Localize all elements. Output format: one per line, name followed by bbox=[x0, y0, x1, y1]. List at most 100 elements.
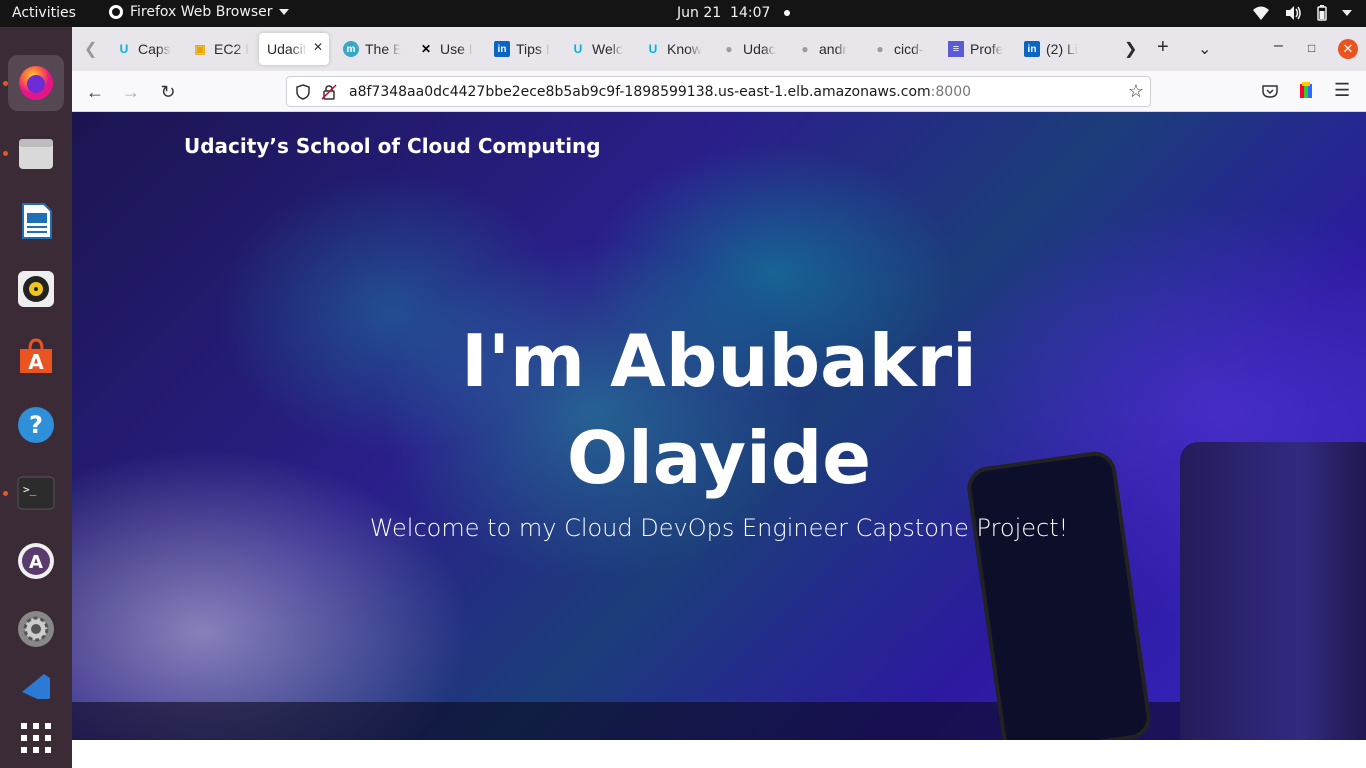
firefox-icon bbox=[19, 66, 53, 100]
tracking-protection-shield-icon[interactable] bbox=[295, 84, 311, 100]
dock-app-center[interactable]: A bbox=[8, 533, 64, 589]
tab-title: Udac bbox=[743, 41, 776, 57]
app-center-icon: A bbox=[18, 543, 54, 579]
chevron-down-icon bbox=[278, 9, 289, 15]
linkedin-icon: in bbox=[1024, 41, 1040, 57]
browser-tab[interactable]: m The E bbox=[335, 33, 401, 65]
terminal-icon: >_ bbox=[17, 476, 55, 510]
browser-tab[interactable]: in (2) Li bbox=[1016, 33, 1082, 65]
activities-button[interactable]: Activities bbox=[12, 5, 76, 21]
app-menu[interactable]: Firefox Web Browser bbox=[108, 4, 289, 20]
dock-vscode[interactable] bbox=[8, 669, 64, 699]
svg-text:A: A bbox=[28, 350, 44, 374]
dock-firefox[interactable] bbox=[8, 55, 64, 111]
browser-tab[interactable]: ✕ Use I bbox=[410, 33, 476, 65]
list-all-tabs-icon[interactable]: ⌄ bbox=[1198, 39, 1211, 59]
tab-title: andr bbox=[819, 41, 848, 57]
aws-icon: ▣ bbox=[194, 42, 206, 56]
tab-title: EC2 I bbox=[214, 41, 250, 57]
tab-title: (2) Li bbox=[1046, 41, 1078, 57]
hero-title-line2: Olayide bbox=[566, 416, 872, 500]
pocket-icon[interactable] bbox=[1262, 83, 1278, 99]
tab-title: Know bbox=[667, 41, 703, 57]
browser-tab[interactable]: U Welc bbox=[562, 33, 628, 65]
clock-time: 14:07 bbox=[730, 5, 771, 21]
rhythmbox-icon bbox=[18, 271, 54, 307]
scroll-tabs-right-icon[interactable]: ❯ bbox=[1124, 39, 1137, 59]
insecure-lock-icon[interactable] bbox=[321, 84, 337, 100]
browser-tab[interactable]: Udacit ✕ bbox=[259, 33, 329, 65]
help-icon: ? bbox=[18, 407, 54, 443]
close-window-icon[interactable]: ✕ bbox=[1338, 39, 1358, 59]
extension-icon[interactable] bbox=[1298, 82, 1314, 100]
dock-terminal[interactable]: >_ bbox=[8, 465, 64, 521]
tab-title: Tips I bbox=[516, 41, 550, 57]
browser-tab[interactable]: ● Udac bbox=[713, 33, 779, 65]
page-viewport: Udacity’s School of Cloud Computing I'm … bbox=[72, 112, 1366, 768]
new-tab-button[interactable]: + bbox=[1157, 36, 1169, 59]
docs-icon: ≡ bbox=[948, 41, 964, 57]
udacity-icon: U bbox=[119, 42, 129, 56]
m-icon: m bbox=[343, 41, 359, 57]
forward-button[interactable]: → bbox=[120, 81, 142, 103]
hero-subtitle: Welcome to my Cloud DevOps Engineer Caps… bbox=[369, 514, 1069, 542]
github-icon: ● bbox=[876, 42, 884, 56]
dock-help[interactable]: ? bbox=[8, 397, 64, 453]
dock-writer[interactable] bbox=[8, 193, 64, 249]
volume-icon bbox=[1286, 6, 1301, 20]
show-apps-button[interactable] bbox=[8, 710, 64, 766]
github-icon: ● bbox=[725, 42, 733, 56]
x-icon: ✕ bbox=[420, 42, 432, 56]
firefox-app-icon bbox=[109, 5, 123, 19]
settings-icon bbox=[18, 611, 54, 647]
clock[interactable]: Jun 21 14:07 bbox=[677, 5, 791, 21]
close-tab-icon[interactable]: ✕ bbox=[313, 40, 323, 54]
browser-tab[interactable]: ● cicd- bbox=[864, 33, 930, 65]
github-icon: ● bbox=[801, 42, 809, 56]
udacity-icon: U bbox=[648, 42, 658, 56]
dock-settings[interactable] bbox=[8, 601, 64, 657]
tab-title: Udacit bbox=[267, 41, 307, 57]
navigation-toolbar: ← → ↻ a8f7348aa0dc4427bbe2ece8b5ab9c9f-1… bbox=[72, 71, 1366, 112]
url-bar[interactable]: a8f7348aa0dc4427bbe2ece8b5ab9c9f-1898599… bbox=[286, 76, 1151, 107]
dock: A ? >_ A bbox=[0, 27, 72, 768]
clock-date: Jun 21 bbox=[677, 5, 722, 21]
browser-tab[interactable]: U Caps bbox=[108, 33, 174, 65]
system-tray[interactable] bbox=[1252, 5, 1352, 21]
hero-section: Udacity’s School of Cloud Computing I'm … bbox=[72, 112, 1366, 740]
bookmark-star-icon[interactable]: ☆ bbox=[1128, 81, 1144, 102]
app-menu-icon[interactable]: ☰ bbox=[1334, 80, 1350, 101]
reload-button[interactable]: ↻ bbox=[157, 81, 179, 103]
tab-title: Caps bbox=[138, 41, 171, 57]
scroll-tabs-left-icon[interactable]: ❮ bbox=[84, 39, 97, 59]
vscode-icon bbox=[22, 674, 50, 699]
browser-tab[interactable]: in Tips I bbox=[486, 33, 552, 65]
tab-title: cicd- bbox=[894, 41, 924, 57]
system-top-bar: Activities Firefox Web Browser Jun 21 14… bbox=[0, 0, 1366, 27]
dock-software[interactable]: A bbox=[8, 329, 64, 385]
dock-files[interactable] bbox=[8, 125, 64, 181]
app-menu-label: Firefox Web Browser bbox=[130, 4, 273, 20]
maximize-window-icon[interactable]: □ bbox=[1308, 41, 1315, 55]
files-icon bbox=[19, 139, 53, 169]
svg-text:?: ? bbox=[29, 411, 43, 439]
tab-title: The E bbox=[365, 41, 401, 57]
browser-tab[interactable]: ● andr bbox=[789, 33, 855, 65]
back-button[interactable]: ← bbox=[84, 81, 106, 103]
url-text: a8f7348aa0dc4427bbe2ece8b5ab9c9f-1898599… bbox=[349, 84, 971, 100]
browser-tab[interactable]: ≡ Profe bbox=[940, 33, 1006, 65]
hero-background-shape bbox=[72, 702, 1366, 740]
browser-tab[interactable]: ▣ EC2 I bbox=[184, 33, 250, 65]
linkedin-icon: in bbox=[494, 41, 510, 57]
minimize-window-icon[interactable]: – bbox=[1274, 37, 1283, 55]
software-icon: A bbox=[20, 338, 52, 374]
site-brand[interactable]: Udacity’s School of Cloud Computing bbox=[184, 134, 601, 158]
svg-text:A: A bbox=[29, 552, 43, 573]
udacity-icon: U bbox=[573, 42, 583, 56]
url-port: :8000 bbox=[930, 84, 972, 100]
dock-rhythmbox[interactable] bbox=[8, 261, 64, 317]
tab-bar: ❮ U Caps ▣ EC2 I Udacit ✕ m The E ✕ Use I in Tips I… bbox=[72, 27, 1366, 71]
writer-icon bbox=[22, 203, 52, 239]
tab-title: Welc bbox=[592, 41, 623, 57]
browser-tab[interactable]: U Know bbox=[637, 33, 703, 65]
